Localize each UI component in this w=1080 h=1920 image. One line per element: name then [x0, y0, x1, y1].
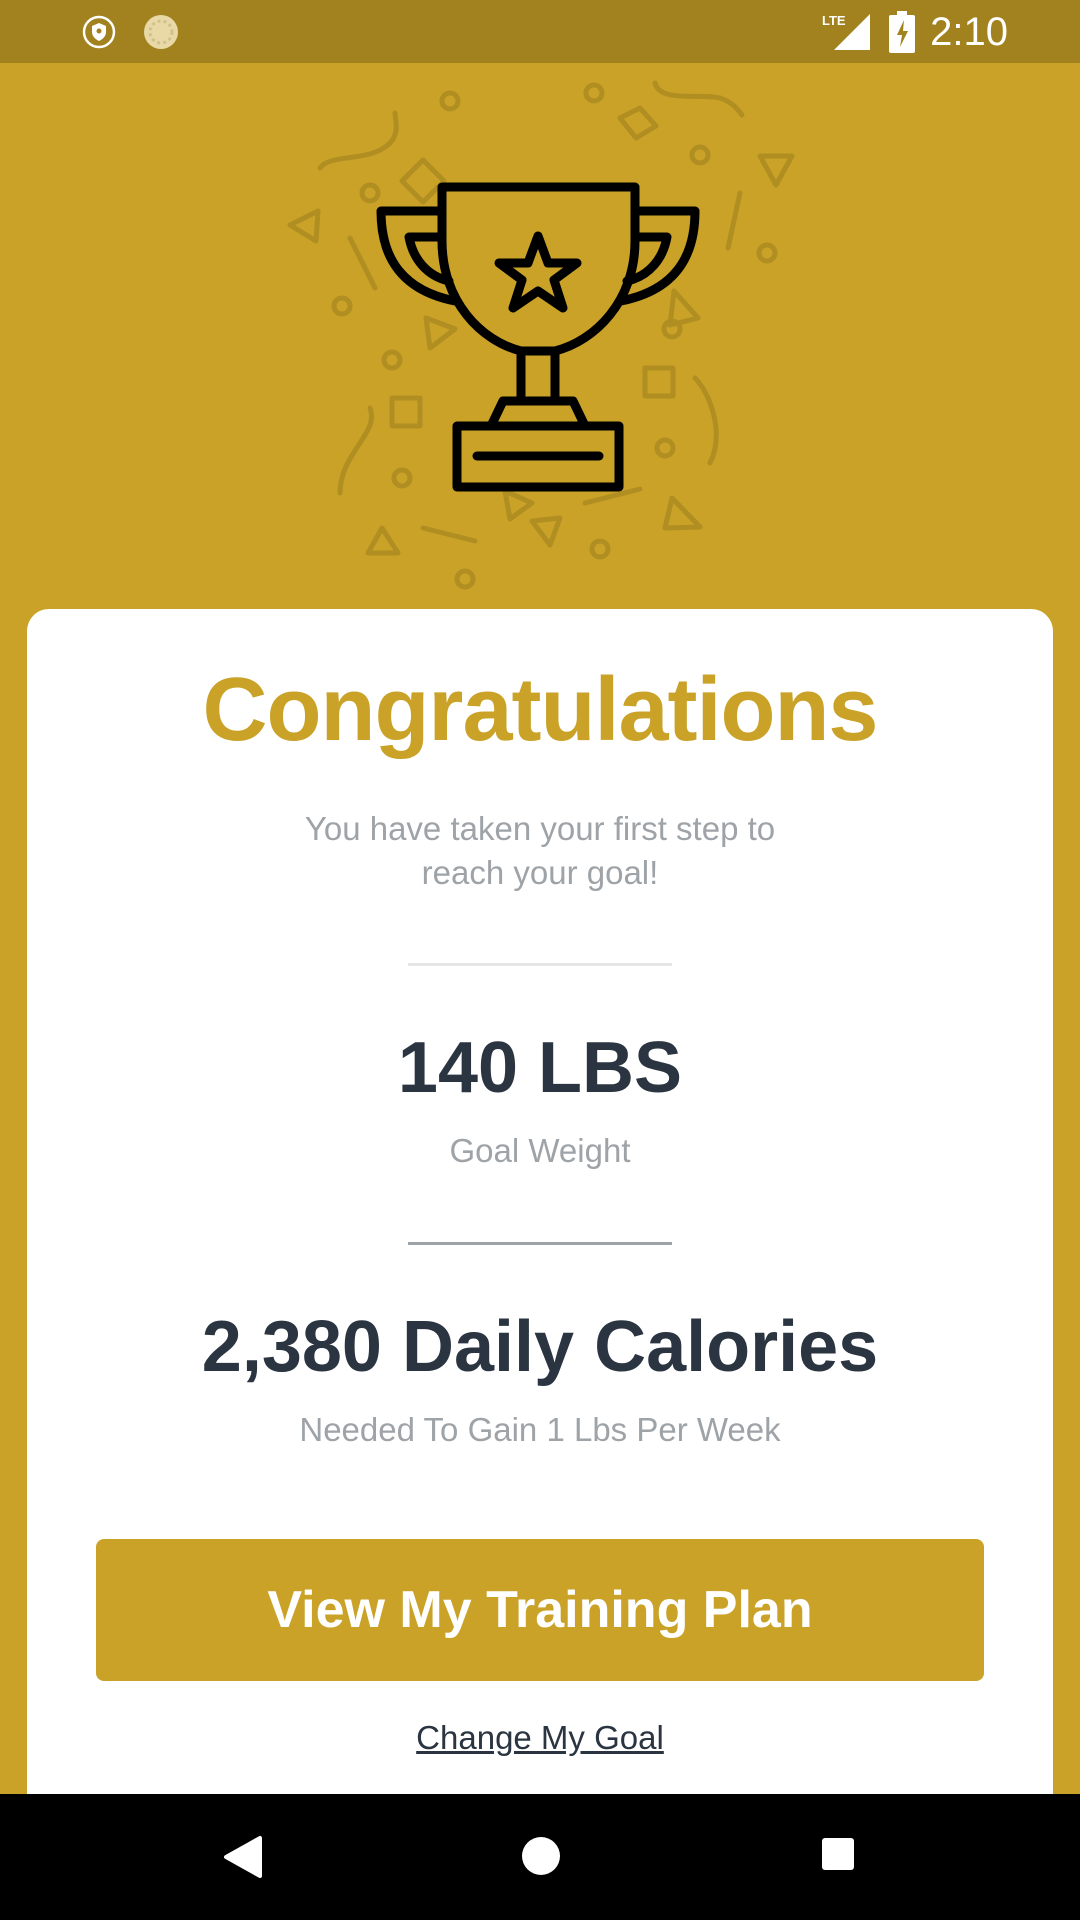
- divider: [408, 1242, 672, 1245]
- trophy-icon: [375, 181, 701, 500]
- back-icon[interactable]: [222, 1834, 264, 1885]
- goal-weight-label: Goal Weight: [449, 1132, 631, 1169]
- shield-notification-icon: [82, 15, 116, 54]
- battery-charging-icon: [889, 11, 915, 58]
- change-goal-link[interactable]: Change My Goal: [27, 1719, 1053, 1757]
- lte-signal-icon: LTE: [822, 12, 870, 57]
- view-training-plan-label: View My Training Plan: [267, 1581, 813, 1639]
- sync-notification-icon: [142, 13, 180, 56]
- recents-icon[interactable]: [818, 1834, 858, 1879]
- view-training-plan-button[interactable]: View My Training Plan: [96, 1539, 984, 1681]
- status-bar: LTE 2:10: [0, 0, 1080, 63]
- daily-calories-label: Needed To Gain 1 Lbs Per Week: [299, 1411, 781, 1448]
- hero-banner: [0, 63, 1080, 609]
- home-icon[interactable]: [519, 1834, 563, 1883]
- daily-calories-value: 2,380 Daily Calories: [201, 1307, 879, 1387]
- congratulations-card: Congratulations You have taken your firs…: [27, 609, 1053, 1794]
- goal-weight-value: 140 LBS: [397, 1028, 683, 1108]
- system-nav-bar: [0, 1794, 1080, 1920]
- divider: [408, 963, 672, 966]
- svg-text:LTE: LTE: [822, 13, 846, 28]
- subtitle-text: You have taken your first step to reach …: [304, 810, 776, 891]
- page-title: Congratulations: [202, 660, 879, 760]
- status-time: 2:10: [930, 10, 1008, 54]
